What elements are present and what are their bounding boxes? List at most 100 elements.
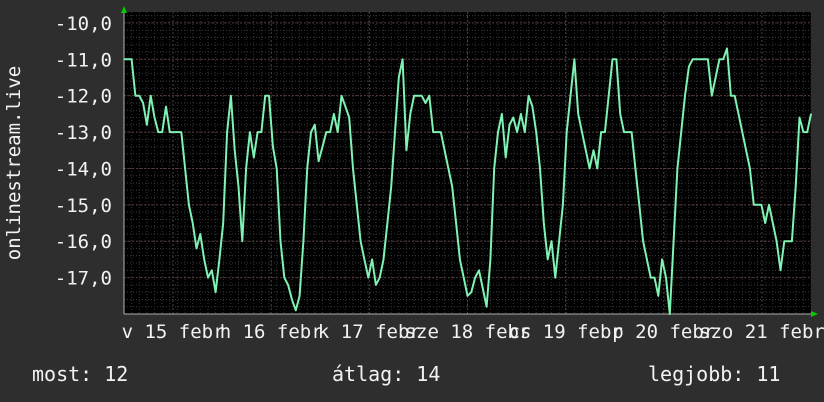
data-point xyxy=(302,240,304,242)
data-point xyxy=(195,247,198,250)
stat-atlag: átlag: 14 xyxy=(332,362,441,386)
data-point xyxy=(760,204,762,206)
data-point xyxy=(592,149,595,151)
data-point xyxy=(463,277,465,279)
data-point xyxy=(531,106,533,108)
data-point xyxy=(737,113,740,115)
data-point xyxy=(222,222,224,224)
data-point xyxy=(176,131,179,133)
data-point xyxy=(333,113,335,115)
data-point xyxy=(673,240,675,242)
data-point xyxy=(138,95,140,97)
data-point xyxy=(241,240,243,242)
data-point xyxy=(405,149,408,151)
data-point xyxy=(386,222,388,224)
data-point xyxy=(192,222,194,224)
data-point xyxy=(230,95,232,97)
data-point xyxy=(615,58,617,60)
data-point xyxy=(279,240,282,242)
data-point xyxy=(482,287,484,290)
data-point xyxy=(256,131,259,133)
data-point xyxy=(188,204,190,206)
stat-most: most: 12 xyxy=(32,362,129,386)
data-point xyxy=(466,295,469,297)
data-point xyxy=(276,167,278,170)
data-point xyxy=(749,167,751,170)
data-point xyxy=(142,102,144,104)
data-point xyxy=(611,58,614,60)
data-point xyxy=(585,149,587,151)
data-point xyxy=(692,58,694,60)
data-point xyxy=(707,58,709,60)
y-tick-label: -12,0 xyxy=(55,86,112,108)
data-point xyxy=(676,167,679,170)
data-point xyxy=(516,131,518,133)
data-point xyxy=(680,131,682,133)
data-point xyxy=(543,222,545,224)
data-point xyxy=(485,306,488,308)
data-point xyxy=(497,131,499,133)
data-point xyxy=(608,95,610,97)
y-tick-label: -10,0 xyxy=(55,13,112,35)
data-point xyxy=(768,204,770,206)
data-point xyxy=(787,240,789,242)
data-point xyxy=(272,146,274,148)
data-point xyxy=(524,131,526,133)
data-point xyxy=(745,149,747,151)
x-tick-labels: v 15 febrh 16 febrk 17 febrsze 18 febrcs… xyxy=(122,321,824,343)
data-point xyxy=(783,240,785,242)
data-point xyxy=(795,186,797,188)
data-point xyxy=(600,131,602,133)
data-point xyxy=(619,113,621,115)
data-point xyxy=(577,113,579,115)
data-point xyxy=(409,113,411,115)
data-point xyxy=(573,58,575,60)
data-point xyxy=(451,186,453,188)
data-point xyxy=(688,65,690,68)
data-point xyxy=(661,258,663,261)
data-point xyxy=(371,258,373,261)
data-point xyxy=(764,222,766,224)
data-point xyxy=(455,222,457,224)
data-point xyxy=(634,167,637,170)
data-point xyxy=(447,167,450,170)
data-point xyxy=(547,258,549,261)
data-point xyxy=(344,106,346,108)
data-point xyxy=(779,269,782,271)
data-point xyxy=(726,47,728,49)
data-point xyxy=(753,204,755,206)
data-point xyxy=(379,277,381,279)
data-point xyxy=(722,58,724,60)
data-point xyxy=(421,95,423,97)
data-point xyxy=(268,95,270,97)
data-point xyxy=(432,131,434,133)
data-point xyxy=(596,167,598,170)
data-point xyxy=(718,58,721,60)
data-point xyxy=(798,116,801,119)
data-point xyxy=(287,284,289,286)
data-point xyxy=(413,95,415,97)
data-point xyxy=(306,167,308,170)
data-point xyxy=(695,58,698,60)
data-point xyxy=(337,131,339,133)
data-point xyxy=(402,58,404,60)
data-point xyxy=(203,258,205,261)
data-point xyxy=(360,240,362,242)
data-point xyxy=(153,116,156,119)
data-point xyxy=(493,167,495,170)
data-point xyxy=(569,95,572,97)
data-point xyxy=(417,95,419,97)
data-point xyxy=(638,204,640,206)
data-point xyxy=(249,131,251,133)
data-point xyxy=(631,131,633,133)
data-point xyxy=(321,146,324,148)
y-tick-label: -17,0 xyxy=(55,268,112,290)
data-point xyxy=(436,131,438,133)
y-axis-arrow xyxy=(121,6,127,13)
data-point xyxy=(711,95,713,97)
data-point xyxy=(226,131,228,133)
data-point xyxy=(470,291,472,293)
data-point xyxy=(218,258,221,261)
data-point xyxy=(161,131,163,133)
data-point xyxy=(165,106,167,108)
